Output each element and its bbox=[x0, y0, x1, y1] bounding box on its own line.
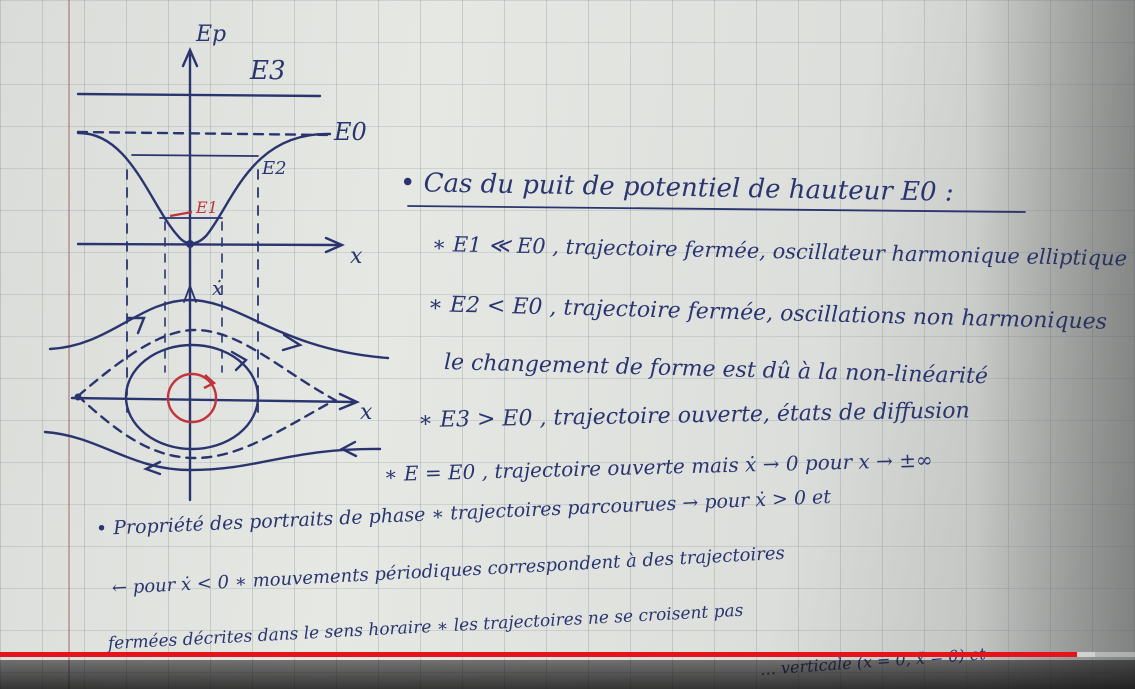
x-axis-top-label: x bbox=[350, 244, 363, 269]
equilibrium-point bbox=[186, 240, 194, 248]
video-progress-bar[interactable] bbox=[0, 652, 1135, 657]
x-axis-bottom-label: x bbox=[360, 400, 373, 425]
open-trajectory-bottom bbox=[43, 430, 382, 472]
x-axis-bottom bbox=[70, 396, 357, 404]
notebook-page: Ep E3 E0 E2 E1 x ẋ x • Cas du puit de po… bbox=[0, 0, 1135, 689]
velocity-axis-label: ẋ bbox=[212, 276, 224, 300]
e2-line bbox=[131, 154, 259, 157]
e1-label: E1 bbox=[196, 198, 218, 217]
video-buffer-fill bbox=[1077, 652, 1096, 657]
e3-line bbox=[76, 92, 322, 98]
ep-axis-label: Ep bbox=[196, 22, 227, 47]
e2-label: E2 bbox=[262, 158, 287, 179]
e3-label: E3 bbox=[250, 56, 286, 86]
video-controls-bar bbox=[0, 660, 1135, 689]
closed-trajectory-e1 bbox=[166, 372, 218, 424]
potential-well-curve bbox=[76, 131, 332, 245]
x-axis-top bbox=[76, 242, 342, 247]
closed-trajectory-e2 bbox=[124, 343, 260, 451]
video-progress-fill bbox=[0, 652, 1078, 657]
e0-label: E0 bbox=[334, 118, 367, 146]
e0-line bbox=[76, 130, 332, 137]
separatrix bbox=[76, 328, 338, 460]
page-shadow bbox=[975, 0, 1135, 689]
